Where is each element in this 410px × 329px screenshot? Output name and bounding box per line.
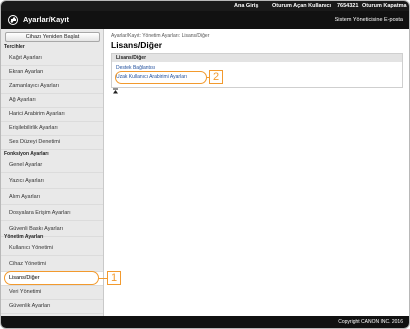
home-button[interactable]: Ana Giriş — [234, 2, 258, 10]
sidebar-item-receive-settings[interactable]: Alım Ayarları — [1, 191, 103, 205]
page-title: Lisans/Diğer — [111, 40, 163, 50]
scroll-top-icon[interactable] — [112, 88, 119, 95]
sidebar-item-label: Genel Ayarlar — [9, 162, 43, 168]
sidebar-item-label: Harici Arabirim Ayarları — [9, 111, 65, 117]
sidebar-item-label: Kağıt Ayarları — [9, 55, 42, 61]
sidebar-item-label: Ağ Ayarları — [9, 97, 36, 103]
sidebar-item-label: Alım Ayarları — [9, 194, 41, 200]
callout-badge-1: 1 — [107, 271, 121, 285]
sidebar-item-security-settings[interactable]: Güvenlik Ayarları — [1, 300, 103, 314]
sidebar-item-file-access-settings[interactable]: Dosyalara Erişim Ayarları — [1, 207, 103, 221]
callout-badge-2: 2 — [209, 70, 223, 84]
sidebar-section-management-settings: Yönetim Ayarları — [4, 234, 44, 240]
user-id: 7654321 — [337, 3, 359, 9]
sidebar-item-external-interface[interactable]: Harici Arabirim Ayarları — [1, 108, 103, 122]
restart-device-button[interactable]: Cihazı Yeniden Başlat — [5, 32, 100, 42]
footer: Copyright CANON INC. 2016 — [1, 316, 409, 328]
sidebar-item-label: Cihaz Yönetimi — [9, 261, 46, 267]
sidebar-item-label: Ses Düzeyi Denetimi — [9, 139, 61, 145]
sidebar-item-device-management[interactable]: Cihaz Yönetimi — [1, 258, 103, 272]
sidebar-item-label: Veri Yönetimi — [9, 289, 42, 295]
app-window: Ana Giriş Oturum Açan Kullanıcı 7654321 … — [0, 0, 410, 329]
sidebar-item-label: Zamanlayıcı Ayarları — [9, 83, 60, 89]
sidebar-item-label: Güvenlik Ayarları — [9, 303, 51, 309]
sidebar-item-paper-settings[interactable]: Kağıt Ayarları — [1, 52, 103, 66]
sidebar-item-network-settings[interactable]: Ağ Ayarları — [1, 94, 103, 108]
sidebar-item-display-settings[interactable]: Ekran Ayarları — [1, 66, 103, 80]
sidebar-item-accessibility[interactable]: Erişilebilirlik Ayarları — [1, 122, 103, 136]
app-title: Ayarlar/Kayıt — [23, 15, 69, 24]
sidebar-item-volume-control[interactable]: Ses Düzeyi Denetimi — [1, 136, 103, 150]
sidebar-item-label: Dosyalara Erişim Ayarları — [9, 210, 71, 216]
sidebar-item-label: Kullanıcı Yönetimi — [9, 245, 53, 251]
sidebar-item-printer-settings[interactable]: Yazıcı Ayarları — [1, 175, 103, 189]
sidebar-section-function-settings: Fonksiyon Ayarları — [4, 151, 49, 157]
logout-button[interactable]: Oturum Kapatma — [362, 2, 407, 10]
top-bar: Ana Giriş Oturum Açan Kullanıcı 7654321 … — [1, 1, 409, 11]
sidebar-item-general-settings[interactable]: Genel Ayarlar — [1, 159, 103, 173]
sidebar-item-timer-settings[interactable]: Zamanlayıcı Ayarları — [1, 80, 103, 94]
settings-logo-icon — [8, 15, 18, 25]
breadcrumb: Ayarlar/Kayıt: Yönetim Ayarları: Lisans/… — [111, 33, 210, 39]
logged-in-user-label: Oturum Açan Kullanıcı — [272, 3, 332, 9]
sidebar-item-label: Güvenli Baskı Ayarları — [9, 226, 64, 232]
sidebar-item-label: Erişilebilirlik Ayarları — [9, 125, 58, 131]
email-admin-link[interactable]: Sistem Yöneticisine E-posta — [335, 16, 403, 24]
sidebar-item-label: Yazıcı Ayarları — [9, 178, 44, 184]
section-header: Lisans/Diğer — [112, 54, 402, 62]
sidebar-section-preferences: Tercihler — [4, 44, 25, 50]
sidebar-item-user-management[interactable]: Kullanıcı Yönetimi — [1, 242, 103, 256]
callout-highlight-1 — [4, 271, 99, 285]
copyright: Copyright CANON INC. 2016 — [338, 319, 403, 325]
sidebar-item-label: Ekran Ayarları — [9, 69, 44, 75]
callout-highlight-2 — [115, 71, 207, 84]
sidebar-item-data-management[interactable]: Veri Yönetimi — [1, 286, 103, 300]
callout-leader-1 — [99, 278, 107, 280]
